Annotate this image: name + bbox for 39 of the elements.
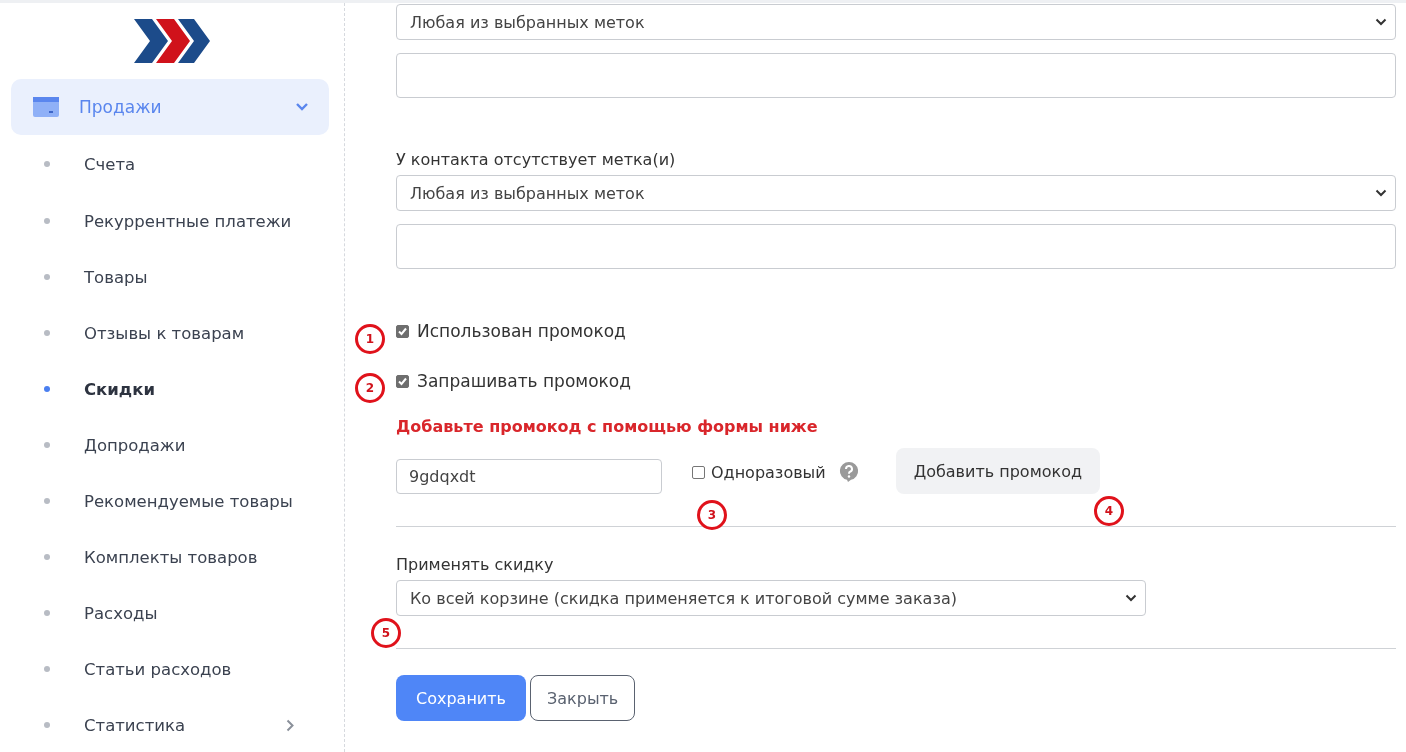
sidebar-item[interactable]: Товары — [0, 249, 344, 305]
checkbox[interactable] — [692, 465, 705, 479]
sidebar-item[interactable]: Счета — [0, 135, 344, 193]
promo-code-field[interactable]: 9gdqxdt — [396, 458, 662, 494]
add-promo-button[interactable]: Добавить промокод — [895, 448, 1101, 494]
annotation-marker: 4 — [1094, 496, 1124, 526]
caret-icon — [1375, 18, 1387, 26]
tags-field[interactable] — [396, 53, 1396, 98]
checkbox[interactable] — [396, 374, 409, 388]
card-icon — [33, 97, 59, 117]
sidebar-item[interactable]: Рекуррентные платежи — [0, 193, 344, 249]
caret-icon — [1375, 189, 1387, 197]
sidebar-item[interactable]: Рекомендуемые товары — [0, 473, 344, 529]
annotation-marker: 1 — [355, 324, 385, 354]
close-button[interactable]: Закрыть — [530, 675, 636, 721]
help-icon[interactable] — [837, 461, 860, 483]
checkbox-label: Одноразовый — [711, 462, 826, 482]
annotation-marker: 5 — [371, 618, 401, 648]
sidebar-item[interactable]: Скидки — [0, 361, 344, 417]
tags-field[interactable] — [396, 224, 1396, 269]
dropdown-select[interactable]: Любая из выбранных меток — [396, 175, 1396, 211]
sidebar-item[interactable]: Расходы — [0, 585, 344, 641]
logo-icon — [134, 19, 210, 63]
notice-text: Добавьте промокод с помощью формы ниже — [396, 417, 819, 436]
checkbox-label: Запрашивать промокод — [417, 371, 631, 391]
sidebar-item[interactable]: Отзывы к товарам — [0, 305, 344, 361]
annotation-marker: 2 — [355, 373, 385, 403]
sidebar-item[interactable]: Статистика — [0, 697, 344, 752]
dropdown-select[interactable]: Ко всей корзине (скидка применяется к итоговой сумме заказа) — [396, 580, 1146, 616]
field-label: У контакта отсутствует метка(и) — [396, 150, 677, 169]
annotation-marker: 3 — [697, 500, 727, 530]
dropdown-select[interactable]: Любая из выбранных меток — [396, 4, 1396, 40]
field-label: Применять скидку — [396, 555, 555, 574]
checkbox[interactable] — [396, 324, 409, 338]
checkbox-label: Использован промокод — [417, 321, 626, 341]
caret-icon — [1125, 594, 1137, 602]
sidebar-item[interactable]: Статьи расходов — [0, 641, 344, 697]
sidebar-item[interactable]: Комплекты товаров — [0, 529, 344, 585]
sidebar-item[interactable]: Допродажи — [0, 417, 344, 473]
